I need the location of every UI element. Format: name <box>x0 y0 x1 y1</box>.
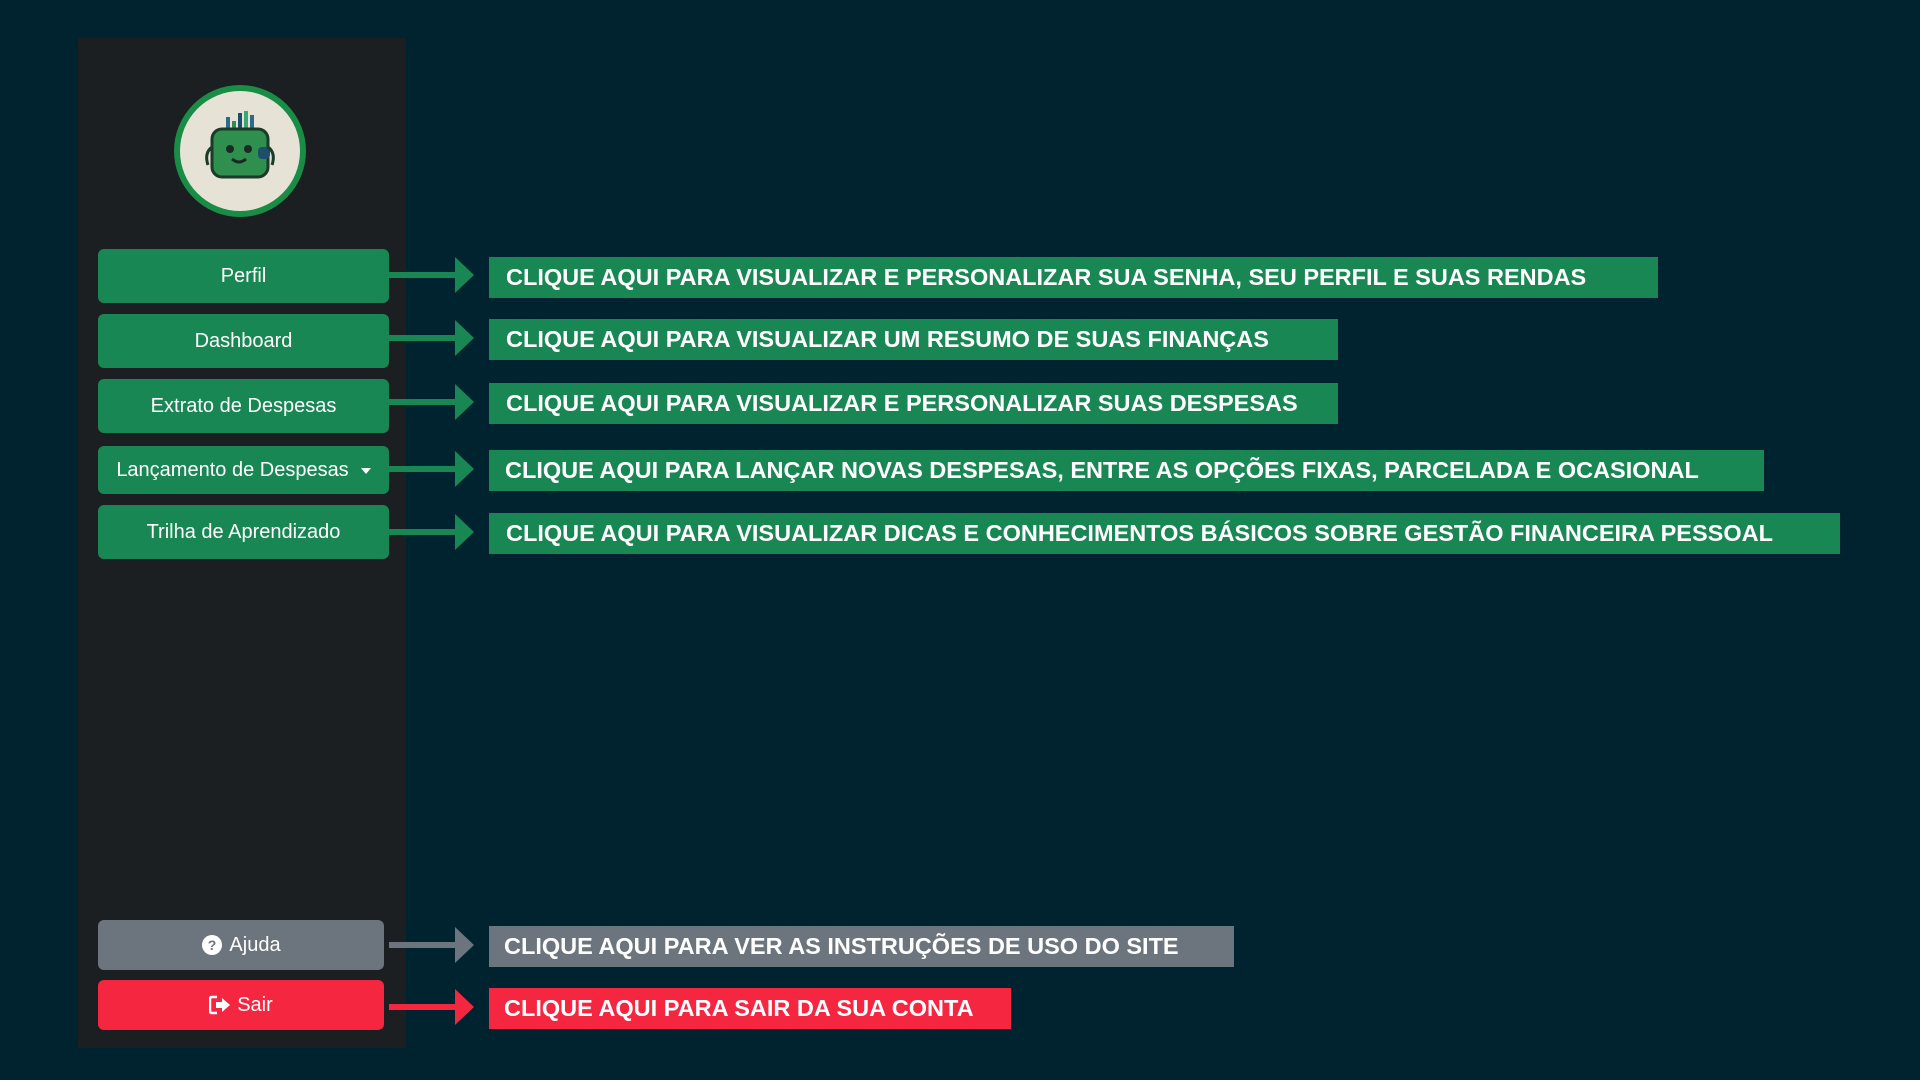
callout-text: CLIQUE AQUI PARA VISUALIZAR UM RESUMO DE… <box>506 326 1269 352</box>
callout-text: CLIQUE AQUI PARA VISUALIZAR E PERSONALIZ… <box>506 390 1298 416</box>
callout-text: CLIQUE AQUI PARA LANÇAR NOVAS DESPESAS, … <box>505 457 1699 483</box>
question-circle-icon: ? <box>201 934 223 956</box>
callout-text: CLIQUE AQUI PARA SAIR DA SUA CONTA <box>504 995 974 1021</box>
callout-dashboard: CLIQUE AQUI PARA VISUALIZAR UM RESUMO DE… <box>489 319 1338 360</box>
nav-button-trilha-de-aprendizado[interactable]: Trilha de Aprendizado <box>98 505 389 559</box>
callout-trilha-de-aprendizado: CLIQUE AQUI PARA VISUALIZAR DICAS E CONH… <box>489 513 1840 554</box>
nav-button-label: Extrato de Despesas <box>150 394 337 417</box>
callout-sair: CLIQUE AQUI PARA SAIR DA SUA CONTA <box>489 988 1011 1029</box>
help-button-label: Ajuda <box>229 933 281 956</box>
callout-text: CLIQUE AQUI PARA VISUALIZAR E PERSONALIZ… <box>506 264 1587 290</box>
arrow-right-icon <box>389 384 474 420</box>
nav-button-label: Trilha de Aprendizado <box>146 520 341 543</box>
nav-button-lancamento-de-despesas[interactable]: Lançamento de Despesas <box>98 446 389 494</box>
svg-text:?: ? <box>208 937 217 953</box>
arrow-right-icon <box>389 989 474 1025</box>
nav-button-extrato-de-despesas[interactable]: Extrato de Despesas <box>98 379 389 433</box>
callout-extrato-de-despesas: CLIQUE AQUI PARA VISUALIZAR E PERSONALIZ… <box>489 383 1338 424</box>
logout-button[interactable]: Sair <box>98 980 384 1030</box>
caret-down-icon <box>360 468 371 474</box>
nav-button-label: Dashboard <box>194 329 293 352</box>
callout-ajuda: CLIQUE AQUI PARA VER AS INSTRUÇÕES DE US… <box>489 926 1234 967</box>
nav-button-dashboard[interactable]: Dashboard <box>98 314 389 368</box>
arrow-right-icon <box>389 257 474 293</box>
sign-out-icon <box>209 995 231 1015</box>
callout-text: CLIQUE AQUI PARA VISUALIZAR DICAS E CONH… <box>506 520 1773 546</box>
nav-button-label: Lançamento de Despesas <box>116 458 349 481</box>
wallet-mascot-icon <box>180 91 300 211</box>
arrow-right-icon <box>389 320 474 356</box>
callout-lancamento-de-despesas: CLIQUE AQUI PARA LANÇAR NOVAS DESPESAS, … <box>489 450 1764 491</box>
app-logo <box>174 85 306 217</box>
arrow-right-icon <box>389 514 474 550</box>
logout-button-label: Sair <box>237 993 273 1016</box>
callout-text: CLIQUE AQUI PARA VER AS INSTRUÇÕES DE US… <box>504 933 1179 959</box>
help-button[interactable]: ? Ajuda <box>98 920 384 970</box>
callout-perfil: CLIQUE AQUI PARA VISUALIZAR E PERSONALIZ… <box>489 257 1658 298</box>
nav-button-label: Perfil <box>220 264 267 287</box>
arrow-right-icon <box>389 451 474 487</box>
arrow-right-icon <box>389 927 474 963</box>
nav-button-perfil[interactable]: Perfil <box>98 249 389 303</box>
